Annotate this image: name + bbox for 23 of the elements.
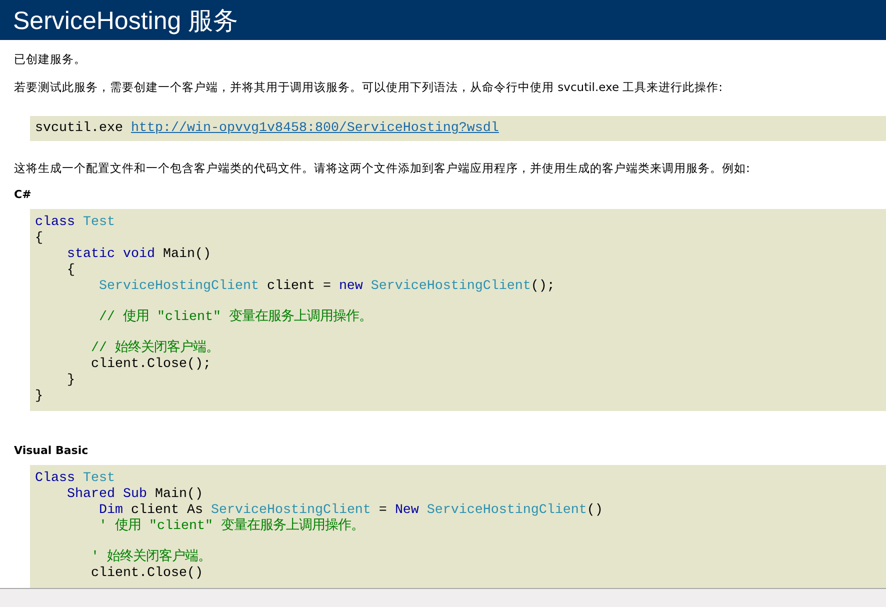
code-line: class Test — [35, 215, 115, 231]
paragraph: 若要测试此服务，需要创建一个客户端，并将其用于调用该服务。可以使用下列语法，从命令行中使用 svcutil.exe 工具来进行此操作: — [14, 79, 723, 95]
code-line: { — [35, 231, 43, 247]
code-line: static void Main() — [66, 247, 211, 263]
section-heading: Visual Basic — [14, 443, 88, 459]
code-line: ' 始终关闭客户端。 — [90, 550, 211, 566]
section-heading: C# — [14, 187, 32, 203]
code-line: client.Close() — [90, 566, 203, 582]
code-line: Shared Sub Main() — [66, 487, 203, 503]
page-title: ServiceHosting 服务 — [13, 6, 238, 36]
code-line: } — [66, 373, 75, 389]
code-line: ServiceHostingClient client = new ServiceHostingClient(); — [98, 279, 555, 295]
code-line: // 始终关闭客户端。 — [90, 341, 219, 357]
wsdl-link[interactable]: http://win-opvvg1v8458:800/ServiceHosting?wsdl — [130, 121, 499, 136]
paragraph: 这将生成一个配置文件和一个包含客户端类的代码文件。请将这两个文件添加到客户端应用程序，并使用生成的客户端类来调用服务。例如: — [14, 160, 750, 176]
code-line: Class Test — [35, 471, 115, 487]
code-line: { — [66, 263, 75, 279]
code-line: // 使用 "client" 变量在服务上调用操作。 — [98, 310, 372, 326]
code-line: Dim client As ServiceHostingClient = New ServiceHostingClient() — [98, 503, 603, 518]
code-line: ' 使用 "client" 变量在服务上调用操作。 — [98, 519, 364, 535]
code-line: client.Close(); — [90, 357, 211, 373]
code-line: } — [35, 389, 43, 405]
paragraph: 已创建服务。 — [14, 51, 86, 67]
